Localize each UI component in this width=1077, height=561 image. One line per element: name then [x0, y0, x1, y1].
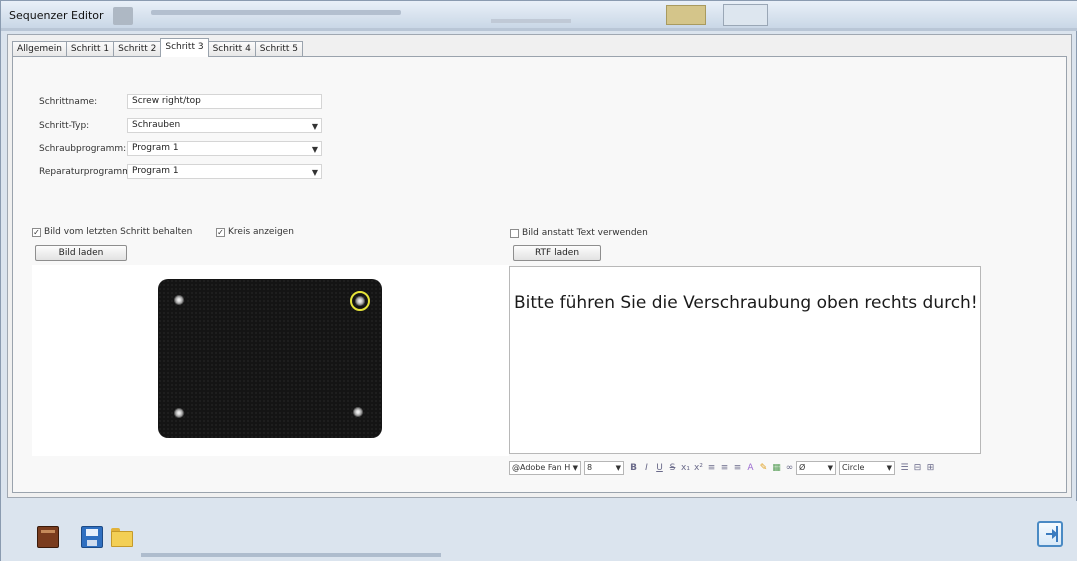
dropdown-arrow-icon: ▼	[311, 122, 318, 131]
dropdown-arrow-icon: ▼	[311, 145, 318, 154]
title-bar-blurred-icon	[113, 7, 133, 25]
load-rtf-button[interactable]: RTF laden	[513, 245, 601, 261]
font-color-icon[interactable]: A	[744, 461, 757, 475]
font-value: @Adobe Fan H	[512, 463, 571, 472]
repair-program-label: Reparaturprogramm:	[39, 167, 134, 177]
image-preview	[32, 265, 509, 456]
save-icon[interactable]	[81, 526, 103, 548]
exit-icon[interactable]	[1037, 521, 1063, 547]
checkmark-icon: ✓	[216, 227, 225, 237]
repair-program-value: Program 1	[132, 166, 179, 176]
bullet-list-icon[interactable]: ☰	[898, 461, 911, 475]
screw-program-select[interactable]: Program 1 ▼	[127, 141, 322, 156]
tab-schritt-2[interactable]: Schritt 2	[113, 41, 162, 57]
book-icon[interactable]	[37, 526, 59, 548]
step-type-select[interactable]: Schrauben ▼	[127, 118, 322, 133]
rtf-instruction-text: Bitte führen Sie die Verschraubung oben …	[514, 293, 978, 313]
screw-program-label: Schraubprogramm:	[39, 144, 127, 154]
black-plate-image	[158, 279, 382, 438]
bottom-bar	[1, 501, 1077, 561]
title-bar-blurred-text	[491, 19, 571, 23]
tab-schritt-4[interactable]: Schritt 4	[207, 41, 256, 57]
dropdown-arrow-icon: ▼	[572, 464, 578, 472]
folder-icon[interactable]	[111, 526, 133, 548]
highlight-pen-icon[interactable]: ✎	[757, 461, 770, 475]
dropdown-arrow-icon: ▼	[615, 464, 621, 472]
screw-bottom-left	[174, 408, 184, 418]
screw-bottom-right	[353, 407, 363, 417]
dropdown-arrow-icon: ▼	[311, 168, 318, 177]
tab-schritt-3[interactable]: Schritt 3	[160, 38, 209, 57]
tab-schritt-5[interactable]: Schritt 5	[254, 41, 304, 57]
font-size-value: 8	[587, 463, 593, 472]
strikethrough-icon[interactable]: S	[666, 461, 679, 475]
title-bar: Sequenzer Editor	[1, 1, 1077, 31]
superscript-icon[interactable]: x²	[692, 461, 705, 475]
indent-decrease-icon[interactable]: ⊟	[911, 461, 924, 475]
subscript-icon[interactable]: x₁	[679, 461, 692, 475]
title-bar-divider	[1, 28, 1077, 31]
zoom-select[interactable]: Ø ▼	[796, 461, 836, 475]
show-circles-label: Kreis anzeigen	[228, 227, 294, 237]
tab-allgemein[interactable]: Allgemein	[12, 41, 67, 57]
format-toolbar: @Adobe Fan H ▼ 8 ▼ B I U S x₁ x² ≡ ≡ ≡ A…	[509, 459, 937, 477]
step-type-label: Schritt-Typ:	[39, 121, 90, 131]
image-insert-icon[interactable]: ▦	[770, 461, 783, 475]
step-type-value: Schrauben	[132, 120, 181, 130]
step-name-input[interactable]: Screw right/top	[127, 94, 322, 109]
list-style-select[interactable]: Circle ▼	[839, 461, 895, 475]
align-left-icon[interactable]: ≡	[705, 461, 718, 475]
image-instead-text-checkbox[interactable]: Bild anstatt Text verwenden	[510, 228, 648, 238]
align-right-icon[interactable]: ≡	[731, 461, 744, 475]
bottom-blurred-text	[141, 553, 441, 557]
bold-icon[interactable]: B	[627, 461, 640, 475]
tab-schritt-1[interactable]: Schritt 1	[65, 41, 115, 57]
window-title: Sequenzer Editor	[9, 9, 104, 22]
link-icon[interactable]: ∞	[783, 461, 796, 475]
dropdown-arrow-icon: ▼	[886, 464, 892, 472]
repair-program-select[interactable]: Program 1 ▼	[127, 164, 322, 179]
step-name-label: Schrittname:	[39, 97, 98, 107]
keep-image-checkbox[interactable]: ✓ Bild vom letzten Schritt behalten	[32, 227, 192, 237]
italic-icon[interactable]: I	[640, 461, 653, 475]
editor-client-area: Allgemein Schritt 1 Schritt 2 Schritt 3 …	[7, 34, 1072, 498]
zoom-value: Ø	[799, 463, 806, 472]
align-center-icon[interactable]: ≡	[718, 461, 731, 475]
title-bar-blurred-button	[723, 4, 768, 26]
font-select[interactable]: @Adobe Fan H ▼	[509, 461, 581, 475]
font-size-select[interactable]: 8 ▼	[584, 461, 624, 475]
title-bar-blurred-button	[666, 5, 706, 25]
list-style-value: Circle	[842, 463, 865, 472]
screw-program-value: Program 1	[132, 143, 179, 153]
keep-image-label: Bild vom letzten Schritt behalten	[44, 227, 193, 237]
screw-top-left	[174, 295, 184, 305]
dropdown-arrow-icon: ▼	[827, 464, 833, 472]
window: Sequenzer Editor Allgemein Schritt 1 Sch…	[0, 0, 1077, 561]
checkmark-icon: ✓	[32, 227, 41, 237]
underline-icon[interactable]: U	[653, 461, 666, 475]
title-bar-blurred-text	[151, 10, 401, 15]
tab-strip: Allgemein Schritt 1 Schritt 2 Schritt 3 …	[12, 37, 304, 57]
show-circles-checkbox[interactable]: ✓ Kreis anzeigen	[216, 227, 294, 237]
checkbox-box	[510, 228, 519, 238]
highlight-circle	[350, 291, 370, 311]
rtf-editor[interactable]: Bitte führen Sie die Verschraubung oben …	[509, 266, 981, 454]
image-instead-text-label: Bild anstatt Text verwenden	[522, 228, 648, 238]
indent-increase-icon[interactable]: ⊞	[924, 461, 937, 475]
load-image-button[interactable]: Bild laden	[35, 245, 127, 261]
